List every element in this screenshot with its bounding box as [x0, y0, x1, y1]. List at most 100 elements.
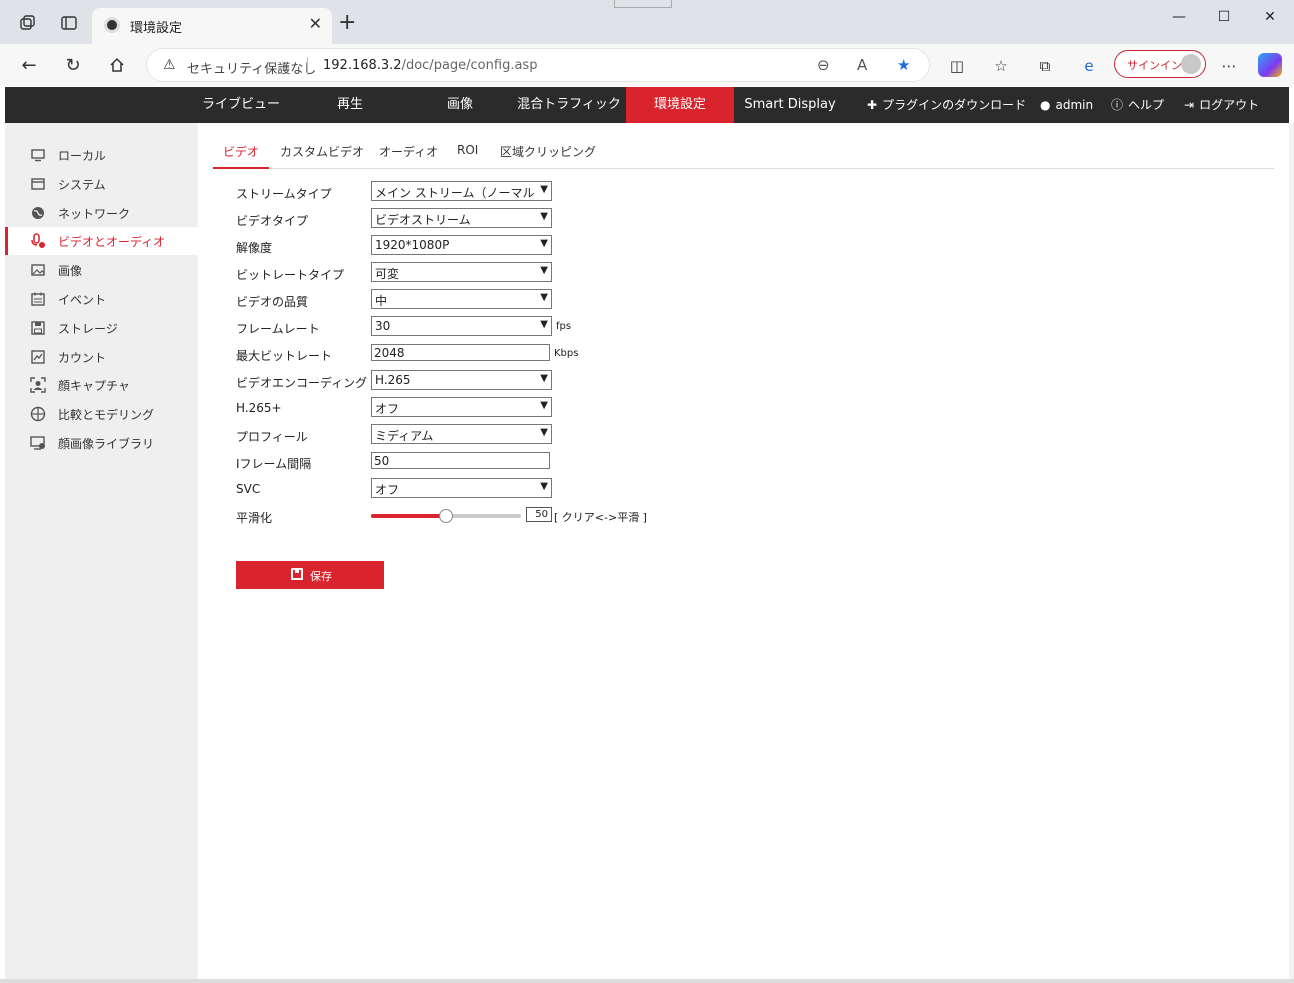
profile-row: プロフィール ミディアム ▼	[236, 424, 756, 446]
browser-tab[interactable]: 環境設定 ✕	[92, 8, 332, 44]
frame-rate-select[interactable]: 30 ▼	[371, 316, 552, 336]
frame-rate-row: フレームレート 30 ▼ fps	[236, 316, 756, 338]
resolution-select[interactable]: 1920*1080P ▼	[371, 235, 552, 255]
minimize-icon[interactable]: —	[1156, 6, 1202, 28]
sidebar-item-face-capture[interactable]: 顔キャプチャ	[5, 371, 198, 399]
home-icon[interactable]	[105, 53, 129, 77]
svc-row: SVC オフ ▼	[236, 478, 756, 500]
window-bottom-edge	[0, 979, 1294, 983]
nav-mixed-traffic[interactable]: 混合トラフィック	[513, 87, 625, 123]
maximize-icon[interactable]: ☐	[1201, 6, 1247, 28]
sidebar-item-label: ネットワーク	[58, 207, 131, 221]
resolution-row: 解像度 1920*1080P ▼	[236, 235, 756, 257]
tab-region-clipping[interactable]: 区域クリッピング	[500, 143, 596, 169]
workspaces-icon[interactable]	[16, 12, 38, 34]
favorites-icon[interactable]: ☆	[990, 55, 1012, 77]
save-label: 保存	[310, 570, 332, 583]
sidebar-item-label: ローカル	[58, 149, 107, 163]
smoothing-description: [ クリア<->平滑 ]	[554, 511, 647, 524]
nav-image[interactable]: 画像	[415, 87, 505, 123]
help-link[interactable]: ⓘ ヘルプ	[1111, 87, 1164, 123]
window-edge	[1289, 123, 1294, 979]
bitrate-type-select[interactable]: 可変 ▼	[371, 262, 552, 282]
favorite-star-icon[interactable]: ★	[897, 56, 910, 74]
new-tab-icon[interactable]: +	[338, 10, 356, 35]
sidebar-item-system[interactable]: システム	[5, 170, 198, 198]
back-icon[interactable]: ←	[17, 53, 41, 77]
profile-select[interactable]: ミディアム ▼	[371, 424, 552, 444]
divider	[307, 57, 308, 75]
nav-configuration[interactable]: 環境設定	[626, 87, 734, 123]
i-frame-interval-input[interactable]: 50	[371, 452, 550, 469]
smoothing-value-input[interactable]: 50	[526, 507, 552, 522]
bitrate-type-label: ビットレートタイプ	[236, 268, 345, 282]
sidebar-item-image[interactable]: 画像	[5, 256, 198, 284]
tab-roi[interactable]: ROI	[457, 143, 478, 169]
split-screen-icon[interactable]: ◫	[946, 55, 968, 77]
url-text[interactable]: 192.168.3.2/doc/page/config.asp	[323, 58, 537, 73]
save-icon	[291, 568, 303, 580]
save-button[interactable]: 保存	[236, 561, 384, 589]
plugin-download-link[interactable]: ✚ プラグインのダウンロード	[867, 87, 1026, 123]
chevron-down-icon: ▼	[540, 319, 548, 330]
sidebar-item-label: 比較とモデリング	[58, 408, 155, 422]
nav-playback[interactable]: 再生	[305, 87, 395, 123]
tab-actions-icon[interactable]	[58, 12, 80, 34]
reload-icon[interactable]: ↻	[61, 53, 85, 77]
address-input[interactable]: ⚠ セキュリティ保護なし 192.168.3.2/doc/page/config…	[146, 48, 930, 82]
signin-button[interactable]: サインイン	[1114, 50, 1206, 78]
sidebar-item-face-library[interactable]: 顔画像ライブラリ	[5, 429, 198, 457]
nav-smart-display[interactable]: Smart Display	[740, 87, 840, 123]
zoom-icon[interactable]: ⊖	[817, 56, 830, 74]
face-library-icon	[30, 435, 46, 451]
frame-rate-unit: fps	[556, 321, 572, 332]
avatar	[1181, 54, 1201, 74]
security-status[interactable]: セキュリティ保護なし	[187, 58, 316, 77]
nav-live-view[interactable]: ライブビュー	[185, 87, 297, 123]
tab-video[interactable]: ビデオ	[213, 143, 270, 169]
video-quality-select[interactable]: 中 ▼	[371, 289, 552, 309]
video-quality-row: ビデオの品質 中 ▼	[236, 289, 756, 311]
info-icon: ⓘ	[1111, 98, 1124, 112]
sidebar-item-storage[interactable]: ストレージ	[5, 314, 198, 342]
tab-custom-video[interactable]: カスタムビデオ	[280, 143, 364, 169]
logout-link[interactable]: ⇥ ログアウト	[1184, 87, 1259, 123]
sidebar-item-count[interactable]: カウント	[5, 343, 198, 371]
slider-thumb[interactable]	[439, 509, 453, 523]
h265-plus-select[interactable]: オフ ▼	[371, 397, 552, 417]
tab-title: 環境設定	[130, 21, 183, 36]
sidebar-item-network[interactable]: ネットワーク	[5, 199, 198, 227]
image-icon	[30, 262, 46, 278]
save-icon	[30, 320, 46, 336]
video-type-select[interactable]: ビデオストリーム ▼	[371, 208, 552, 228]
read-aloud-icon[interactable]: A	[857, 56, 867, 74]
user-menu[interactable]: ● admin	[1040, 87, 1093, 123]
smoothing-slider[interactable]	[371, 509, 521, 523]
copilot-icon[interactable]	[1258, 53, 1282, 77]
chart-icon	[30, 349, 46, 365]
sidebar-item-local[interactable]: ローカル	[5, 141, 198, 169]
warning-icon[interactable]: ⚠	[163, 57, 176, 73]
frame-rate-label: フレームレート	[236, 322, 320, 336]
svc-select[interactable]: オフ ▼	[371, 478, 552, 498]
chevron-down-icon: ▼	[540, 292, 548, 303]
sidebar-item-compare-modeling[interactable]: 比較とモデリング	[5, 400, 198, 428]
more-menu-icon[interactable]: ⋯	[1218, 55, 1240, 77]
video-encoding-select[interactable]: H.265 ▼	[371, 370, 552, 390]
sidebar-item-video-audio[interactable]: ビデオとオーディオ	[5, 227, 198, 255]
face-capture-icon	[30, 377, 46, 393]
stream-type-select[interactable]: メイン ストリーム（ノーマル） ▼	[371, 181, 552, 201]
video-encoding-label: ビデオエンコーディング	[236, 376, 368, 390]
tab-close-icon[interactable]: ✕	[309, 14, 322, 33]
app-top-nav: ライブビュー 再生 画像 混合トラフィック 環境設定 Smart Display…	[5, 87, 1289, 123]
tab-audio[interactable]: オーディオ	[379, 143, 438, 169]
collections-icon[interactable]: ⧉	[1034, 55, 1056, 77]
ie-mode-icon[interactable]: e	[1078, 55, 1100, 77]
puzzle-icon: ✚	[867, 98, 878, 112]
smoothing-row: 平滑化 50 [ クリア<->平滑 ]	[236, 505, 756, 527]
signin-label: サインイン	[1127, 59, 1182, 72]
profile-label: プロフィール	[236, 430, 308, 444]
sidebar-item-event[interactable]: イベント	[5, 285, 198, 313]
max-bitrate-input[interactable]: 2048	[371, 344, 550, 361]
window-close-icon[interactable]: ✕	[1247, 6, 1293, 28]
